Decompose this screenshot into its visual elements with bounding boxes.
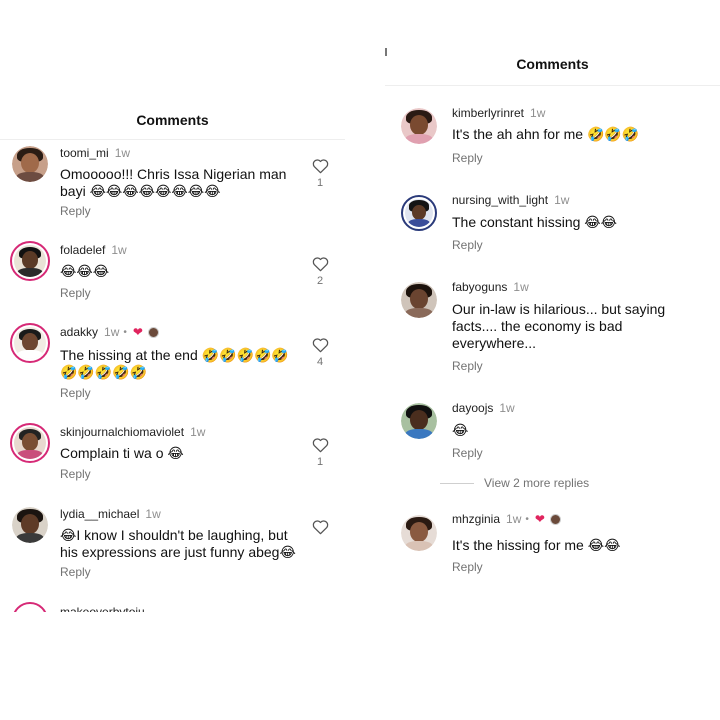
timestamp: 1w: [499, 401, 515, 415]
username[interactable]: lydia__michael: [60, 507, 139, 521]
comment-meta: fabyoguns 1w: [452, 280, 529, 294]
cut-off-comment: makeoverbytoju: [0, 598, 345, 612]
separator-dot: •: [123, 326, 127, 338]
like-count: 4: [316, 356, 324, 368]
timestamp: 1w: [513, 280, 529, 294]
left-comments-panel: Comments toomi_mi 1w Omooooo!!! Chris Is…: [0, 0, 345, 620]
avatar[interactable]: [401, 108, 437, 144]
comment-text: Omooooo!!! Chris Issa Nigerian man bayi …: [60, 166, 287, 199]
comment-text: 😂I know I shouldn't be laughing, but his…: [60, 527, 296, 560]
like-count: 1: [316, 456, 324, 468]
reply-button[interactable]: Reply: [60, 467, 91, 481]
creator-mini-avatar: [549, 513, 561, 525]
avatar[interactable]: [401, 515, 437, 551]
heart-outline-icon: [312, 257, 328, 272]
timestamp: 1w: [114, 146, 131, 160]
heart-outline-icon: [312, 438, 328, 453]
reply-button[interactable]: Reply: [60, 386, 91, 400]
avatar[interactable]: [12, 507, 48, 543]
comment-text: 😂: [452, 422, 469, 438]
reply-button[interactable]: Reply: [452, 151, 483, 165]
timestamp: 1w: [506, 512, 522, 526]
username[interactable]: skinjournalchiomaviolet: [60, 425, 184, 439]
reply-button[interactable]: Reply: [452, 359, 483, 373]
comment-text: 😂😂😂: [60, 263, 110, 279]
username[interactable]: makeoverbytoju: [60, 605, 145, 612]
creator-liked-heart-icon: ❤: [534, 512, 545, 526]
username[interactable]: fabyoguns: [452, 280, 507, 294]
avatar[interactable]: [12, 602, 48, 612]
creator-mini-avatar: [147, 326, 159, 338]
username[interactable]: kimberlyrinret: [452, 106, 524, 120]
username[interactable]: foladelef: [60, 243, 105, 257]
comment-meta: mhzginia 1w • ❤: [452, 512, 561, 526]
comments-title: Comments: [516, 56, 589, 72]
header-divider: [385, 85, 720, 86]
reply-thread-line: [440, 482, 474, 484]
comment-meta: nursing_with_light 1w: [452, 193, 569, 207]
like-button[interactable]: [308, 519, 332, 535]
comment-text: The constant hissing 😂😂: [452, 214, 618, 230]
username[interactable]: dayoojs: [452, 401, 493, 415]
reply-button[interactable]: Reply: [60, 286, 91, 300]
timestamp: 1w: [554, 193, 570, 207]
timestamp: 1w: [145, 507, 161, 521]
heart-outline-icon: [312, 520, 328, 535]
comment-text: The hissing at the end 🤣🤣🤣🤣🤣🤣🤣🤣🤣🤣: [60, 347, 289, 380]
like-button[interactable]: 2: [308, 256, 332, 287]
comment-text: Our in-law is hilarious... but saying fa…: [452, 301, 666, 351]
comment-text: Complain ti wa o 😂: [60, 445, 184, 461]
username[interactable]: toomi_mi: [60, 146, 109, 160]
comment-meta: skinjournalchiomaviolet 1w: [60, 425, 205, 439]
avatar[interactable]: [401, 195, 437, 231]
username[interactable]: mhzginia: [452, 512, 500, 526]
reply-button[interactable]: Reply: [452, 560, 483, 574]
timestamp: 1w: [104, 325, 120, 339]
avatar[interactable]: [10, 323, 50, 363]
like-button[interactable]: 4: [308, 337, 332, 368]
avatar[interactable]: [401, 282, 437, 318]
comment-meta: lydia__michael 1w: [60, 507, 161, 521]
username[interactable]: nursing_with_light: [452, 193, 548, 207]
header-divider: [0, 139, 345, 140]
like-count: 2: [316, 275, 324, 287]
like-count: 1: [316, 177, 324, 189]
comment-meta: dayoojs 1w: [452, 401, 515, 415]
view-more-replies-button[interactable]: View 2 more replies: [440, 476, 589, 490]
creator-liked-heart-icon: ❤: [132, 325, 143, 339]
comment-text: It's the ah ahn for me 🤣🤣🤣: [452, 126, 640, 142]
comments-title: Comments: [136, 112, 209, 128]
right-comments-panel: Comments kimberlyrinret 1w It's the ah a…: [385, 0, 720, 620]
separator-dot: •: [525, 513, 529, 525]
comment-text: It's the hissing for me 😂😂: [452, 537, 621, 553]
reply-button[interactable]: Reply: [452, 446, 483, 460]
comment-meta: adakky 1w • ❤: [60, 325, 159, 339]
avatar[interactable]: [10, 241, 50, 281]
like-button[interactable]: 1: [308, 158, 332, 189]
timestamp: 1w: [530, 106, 546, 120]
reply-button[interactable]: Reply: [60, 565, 91, 579]
avatar[interactable]: [12, 146, 48, 182]
username[interactable]: adakky: [60, 325, 98, 339]
heart-outline-icon: [312, 338, 328, 353]
like-button[interactable]: 1: [308, 437, 332, 468]
reply-button[interactable]: Reply: [452, 238, 483, 252]
status-bar-mark: [385, 48, 387, 56]
heart-outline-icon: [312, 159, 328, 174]
avatar[interactable]: [10, 423, 50, 463]
comment-meta: foladelef 1w: [60, 243, 127, 257]
comment-meta: toomi_mi 1w: [60, 146, 130, 160]
timestamp: 1w: [190, 425, 206, 439]
timestamp: 1w: [111, 243, 127, 257]
avatar[interactable]: [401, 403, 437, 439]
comment-meta: kimberlyrinret 1w: [452, 106, 545, 120]
reply-button[interactable]: Reply: [60, 204, 91, 218]
view-more-replies-label: View 2 more replies: [484, 476, 590, 490]
